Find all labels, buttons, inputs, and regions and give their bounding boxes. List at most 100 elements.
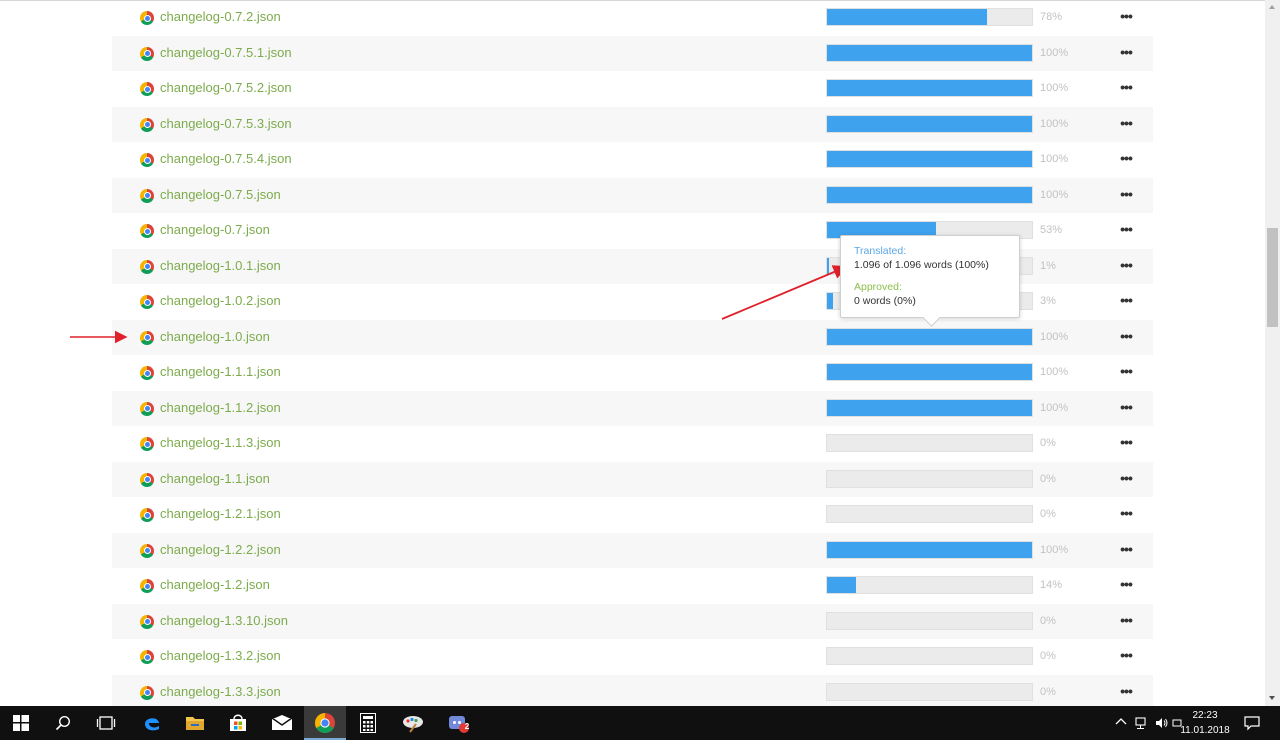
progress-bar[interactable] (826, 79, 1033, 97)
file-row[interactable]: changelog-1.3.3.json 0% ••• (112, 674, 1153, 706)
progress-bar-fill (827, 9, 987, 25)
file-name-link[interactable]: changelog-1.2.2.json (160, 542, 281, 557)
more-options-icon[interactable]: ••• (1115, 574, 1137, 594)
file-name-link[interactable]: changelog-1.3.10.json (160, 613, 288, 628)
progress-bar[interactable] (826, 185, 1033, 204)
file-explorer-button[interactable] (174, 706, 216, 740)
file-row[interactable]: changelog-1.2.1.json 0% ••• (112, 497, 1153, 533)
edge-button[interactable] (131, 706, 173, 740)
file-row[interactable]: changelog-0.7.5.4.json 100% ••• (112, 142, 1153, 178)
more-options-icon[interactable]: ••• (1115, 681, 1137, 701)
progress-percent: 53% (1040, 224, 1063, 236)
more-options-icon[interactable]: ••• (1115, 42, 1137, 62)
scroll-thumb[interactable] (1267, 228, 1278, 327)
file-row[interactable]: changelog-0.7.2.json 78% ••• (112, 0, 1153, 36)
file-name-link[interactable]: changelog-0.7.5.1.json (160, 45, 292, 60)
progress-bar[interactable] (826, 43, 1033, 62)
vertical-scrollbar[interactable] (1265, 0, 1280, 706)
file-row[interactable]: changelog-1.2.2.json 100% ••• (112, 532, 1153, 568)
file-row[interactable]: changelog-0.7.5.3.json 100% ••• (112, 106, 1153, 142)
more-options-icon[interactable]: ••• (1115, 503, 1137, 523)
taskbar-clock-date[interactable]: 11.01.2018 (1180, 725, 1230, 736)
file-name-link[interactable]: changelog-1.3.2.json (160, 648, 281, 663)
progress-bar[interactable] (826, 647, 1033, 665)
task-view-button[interactable] (85, 706, 127, 740)
more-options-icon[interactable]: ••• (1115, 432, 1137, 452)
file-name-link[interactable]: changelog-1.1.3.json (160, 435, 281, 450)
volume-icon[interactable] (1155, 716, 1169, 730)
more-options-icon[interactable]: ••• (1115, 361, 1137, 381)
file-row[interactable]: changelog-0.7.5.2.json 100% ••• (112, 71, 1153, 107)
chrome-button[interactable] (304, 706, 346, 740)
file-name-link[interactable]: changelog-1.2.json (160, 577, 270, 592)
file-name-link[interactable]: changelog-1.3.3.json (160, 684, 281, 699)
progress-bar[interactable] (826, 434, 1033, 452)
more-options-icon[interactable]: ••• (1115, 539, 1137, 559)
more-options-icon[interactable]: ••• (1115, 148, 1137, 168)
file-row[interactable]: changelog-0.7.5.json 100% ••• (112, 177, 1153, 213)
file-name-link[interactable]: changelog-1.1.2.json (160, 400, 281, 415)
file-row[interactable]: changelog-1.2.json 14% ••• (112, 568, 1153, 604)
action-center-icon[interactable] (1244, 715, 1260, 731)
store-button[interactable] (217, 706, 259, 740)
progress-bar[interactable] (826, 505, 1033, 523)
more-options-icon[interactable]: ••• (1115, 610, 1137, 630)
tray-overflow-chevron-icon[interactable] (1114, 716, 1128, 730)
file-row[interactable]: changelog-1.0.json 100% ••• (112, 319, 1153, 355)
file-name-link[interactable]: changelog-1.0.1.json (160, 258, 281, 273)
more-options-icon[interactable]: ••• (1115, 326, 1137, 346)
network-icon[interactable] (1134, 716, 1148, 730)
progress-bar[interactable] (826, 8, 1033, 26)
file-name-link[interactable]: changelog-1.2.1.json (160, 506, 281, 521)
file-name-link[interactable]: changelog-1.0.2.json (160, 293, 281, 308)
progress-bar[interactable] (826, 576, 1033, 594)
file-name-link[interactable]: changelog-0.7.5.json (160, 187, 281, 202)
start-button[interactable] (0, 706, 42, 740)
file-row[interactable]: changelog-1.3.2.json 0% ••• (112, 639, 1153, 675)
more-options-icon[interactable]: ••• (1115, 397, 1137, 417)
progress-bar[interactable] (826, 398, 1033, 417)
progress-bar[interactable] (826, 611, 1033, 630)
file-row[interactable]: changelog-1.1.3.json 0% ••• (112, 426, 1153, 462)
file-name-link[interactable]: changelog-0.7.json (160, 222, 270, 237)
chrome-file-icon (140, 508, 154, 522)
calculator-button[interactable] (347, 706, 389, 740)
more-options-icon[interactable]: ••• (1115, 77, 1137, 97)
file-row[interactable]: changelog-1.1.json 0% ••• (112, 461, 1153, 497)
progress-bar[interactable] (826, 114, 1033, 133)
progress-bar[interactable] (826, 150, 1033, 168)
more-options-icon[interactable]: ••• (1115, 468, 1137, 488)
more-options-icon[interactable]: ••• (1115, 113, 1137, 133)
progress-bar[interactable] (826, 540, 1033, 559)
search-button[interactable] (42, 706, 84, 740)
more-options-icon[interactable]: ••• (1115, 255, 1137, 275)
paint-button[interactable] (392, 706, 434, 740)
scroll-up-button[interactable] (1265, 0, 1280, 15)
more-options-icon[interactable]: ••• (1115, 290, 1137, 310)
progress-bar[interactable] (826, 363, 1033, 381)
discord-button[interactable]: 2 (437, 706, 479, 740)
file-name-link[interactable]: changelog-1.1.1.json (160, 364, 281, 379)
calculator-icon (360, 713, 376, 733)
more-options-icon[interactable]: ••• (1115, 184, 1137, 204)
progress-bar[interactable] (826, 327, 1033, 346)
more-options-icon[interactable]: ••• (1115, 645, 1137, 665)
file-row[interactable]: changelog-0.7.5.1.json 100% ••• (112, 35, 1153, 71)
mail-button[interactable] (261, 706, 303, 740)
file-name-link[interactable]: changelog-1.1.json (160, 471, 270, 486)
scroll-down-button[interactable] (1265, 691, 1280, 706)
progress-bar[interactable] (826, 682, 1033, 701)
more-options-icon[interactable]: ••• (1115, 6, 1137, 26)
file-row[interactable]: changelog-1.3.10.json 0% ••• (112, 603, 1153, 639)
file-name-link[interactable]: changelog-0.7.5.3.json (160, 116, 292, 131)
file-name-link[interactable]: changelog-1.0.json (160, 329, 270, 344)
file-name-link[interactable]: changelog-0.7.5.4.json (160, 151, 292, 166)
taskbar-clock-time[interactable]: 22:23 (1180, 710, 1230, 721)
progress-bar[interactable] (826, 469, 1033, 488)
progress-bar-fill (827, 328, 1032, 345)
more-options-icon[interactable]: ••• (1115, 219, 1137, 239)
file-row[interactable]: changelog-1.1.2.json 100% ••• (112, 390, 1153, 426)
file-row[interactable]: changelog-1.1.1.json 100% ••• (112, 355, 1153, 391)
file-name-link[interactable]: changelog-0.7.2.json (160, 9, 281, 24)
file-name-link[interactable]: changelog-0.7.5.2.json (160, 80, 292, 95)
